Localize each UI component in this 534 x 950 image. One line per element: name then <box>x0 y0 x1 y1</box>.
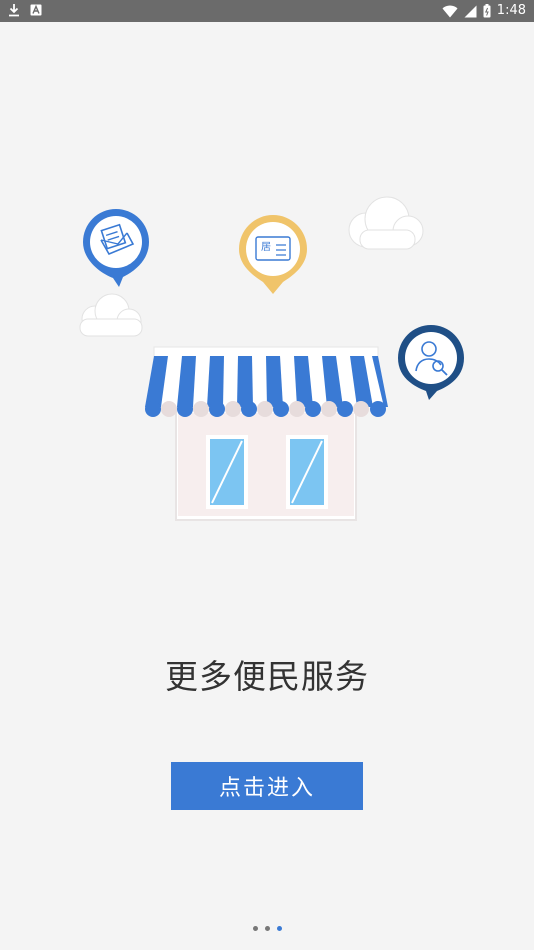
page-dot <box>252 926 258 931</box>
status-bar: 1:48 <box>0 0 534 22</box>
id-card-label: 居 <box>261 241 271 253</box>
feature-title: 更多便民服务 <box>165 657 369 696</box>
signal-icon <box>464 5 477 17</box>
a-notification-icon <box>30 4 42 16</box>
cloud-left-icon <box>79 293 143 337</box>
mail-pin-icon <box>83 209 149 287</box>
id-card-pin-icon: 居 <box>239 215 307 294</box>
battery-icon <box>483 4 491 18</box>
store-illustration: 居 <box>79 196 464 521</box>
status-time: 1:48 <box>496 3 526 18</box>
enter-button[interactable]: 点击进入 <box>171 762 363 810</box>
status-left-icons <box>8 3 42 17</box>
user-search-pin-icon <box>398 325 464 400</box>
cloud-right-icon <box>348 196 424 250</box>
page-dot <box>276 926 282 931</box>
awning-icon <box>145 346 388 417</box>
status-right-icons: 1:48 <box>442 3 526 19</box>
page-dot <box>264 926 270 931</box>
page-indicator <box>0 926 534 931</box>
download-icon <box>9 4 19 17</box>
store-icon <box>175 404 357 521</box>
wifi-icon <box>442 5 458 17</box>
